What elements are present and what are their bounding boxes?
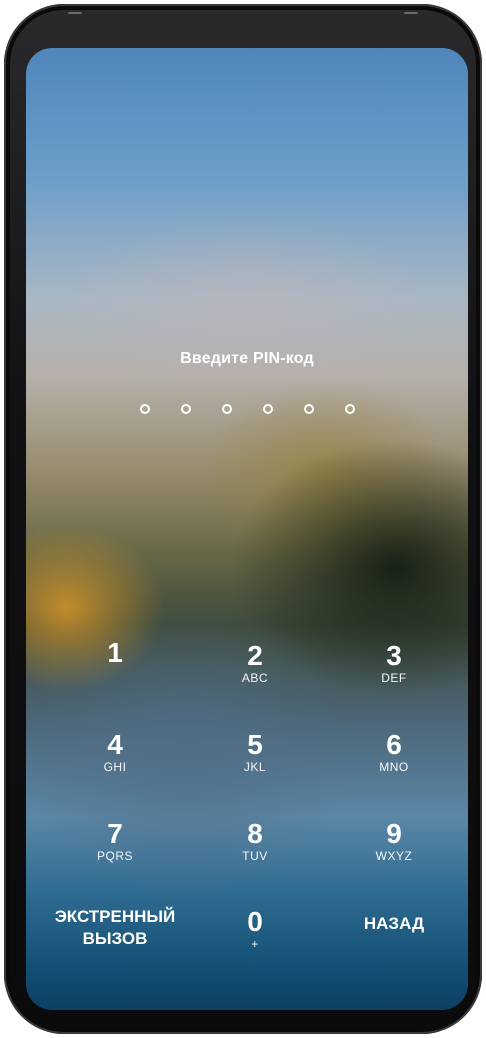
key-9[interactable]: 9 WXYZ — [334, 806, 454, 876]
pin-dot — [139, 404, 150, 414]
key-letters: DEF — [381, 671, 407, 685]
emergency-call-button[interactable]: ЭКСТРЕННЫЙ ВЫЗОВ — [35, 893, 195, 963]
key-4[interactable]: 4 GHI — [55, 717, 175, 787]
pin-dot — [344, 404, 355, 414]
frame-detail — [404, 12, 418, 14]
key-letters: TUV — [242, 849, 268, 863]
emergency-call-label-line1: ЭКСТРЕННЫЙ — [54, 907, 176, 926]
key-letters: WXYZ — [375, 849, 413, 863]
key-letters: + — [251, 937, 259, 951]
key-digit: 0 — [247, 906, 263, 937]
key-letters: ABC — [241, 671, 269, 685]
key-digit: 6 — [386, 729, 402, 760]
key-letters: JKL — [243, 760, 267, 774]
key-2[interactable]: 2 ABC — [195, 628, 315, 698]
key-1[interactable]: 1 — [55, 618, 175, 688]
pin-dot — [262, 404, 273, 414]
back-button[interactable]: НАЗАД — [334, 889, 454, 959]
key-letters: PQRS — [96, 849, 133, 863]
key-3[interactable]: 3 DEF — [334, 628, 454, 698]
key-0[interactable]: 0 + — [195, 894, 315, 964]
key-6[interactable]: 6 MNO — [334, 717, 454, 787]
pin-dot — [180, 404, 191, 414]
pin-prompt: Введите PIN-код — [180, 350, 314, 367]
key-7[interactable]: 7 PQRS — [55, 806, 175, 876]
key-digit: 4 — [107, 729, 123, 760]
key-digit: 9 — [386, 818, 402, 849]
pin-indicator — [26, 404, 468, 414]
pin-dot — [221, 404, 232, 414]
key-digit: 5 — [247, 729, 263, 760]
back-button-label: НАЗАД — [363, 914, 425, 933]
frame-detail — [68, 12, 82, 14]
key-letters: GHI — [103, 760, 127, 774]
key-digit: 7 — [107, 818, 123, 849]
key-digit: 3 — [386, 640, 402, 671]
pin-dot — [303, 404, 314, 414]
key-8[interactable]: 8 TUV — [195, 806, 315, 876]
phone-frame: Введите PIN-код 1 2 ABC 3 DEF 4 GHI 5 JK… — [4, 4, 482, 1034]
key-digit: 8 — [247, 818, 263, 849]
key-5[interactable]: 5 JKL — [195, 717, 315, 787]
emergency-call-label-line2: ВЫЗОВ — [82, 929, 148, 948]
key-digit: 1 — [107, 637, 123, 668]
lock-screen: Введите PIN-код 1 2 ABC 3 DEF 4 GHI 5 JK… — [26, 48, 468, 1010]
key-digit: 2 — [247, 640, 263, 671]
key-letters: MNO — [379, 760, 409, 774]
